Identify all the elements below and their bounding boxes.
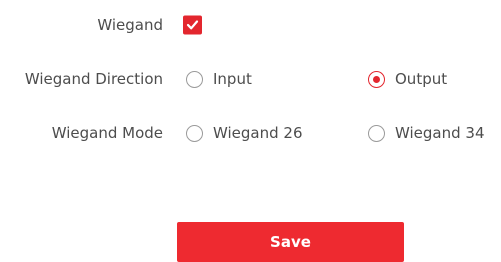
radio-unchecked-icon [368,124,385,142]
direction-input-radio[interactable]: Input [186,70,252,88]
mode-wiegand-26-label: Wiegand 26 [213,124,303,142]
direction-output-label: Output [395,70,448,88]
wiegand-direction-row: Wiegand Direction Input Output [0,64,501,94]
radio-checked-icon [368,70,385,88]
mode-wiegand-34-label: Wiegand 34 [395,124,485,142]
direction-input-label: Input [213,70,252,88]
radio-unchecked-icon [186,70,203,88]
wiegand-settings-form: Wiegand Wiegand Direction Input Output W… [0,0,501,262]
checkmark-icon [186,20,199,30]
wiegand-mode-row: Wiegand Mode Wiegand 26 Wiegand 34 [0,118,501,148]
direction-output-radio[interactable]: Output [368,70,447,88]
mode-wiegand-26-radio[interactable]: Wiegand 26 [186,124,303,142]
radio-unchecked-icon [186,124,203,142]
wiegand-label: Wiegand [97,16,163,34]
wiegand-row: Wiegand [0,10,501,40]
wiegand-checkbox[interactable] [183,15,202,35]
mode-wiegand-34-radio[interactable]: Wiegand 34 [368,124,485,142]
wiegand-direction-label: Wiegand Direction [24,70,163,88]
save-button[interactable]: Save [177,222,404,262]
wiegand-mode-label: Wiegand Mode [51,124,163,142]
